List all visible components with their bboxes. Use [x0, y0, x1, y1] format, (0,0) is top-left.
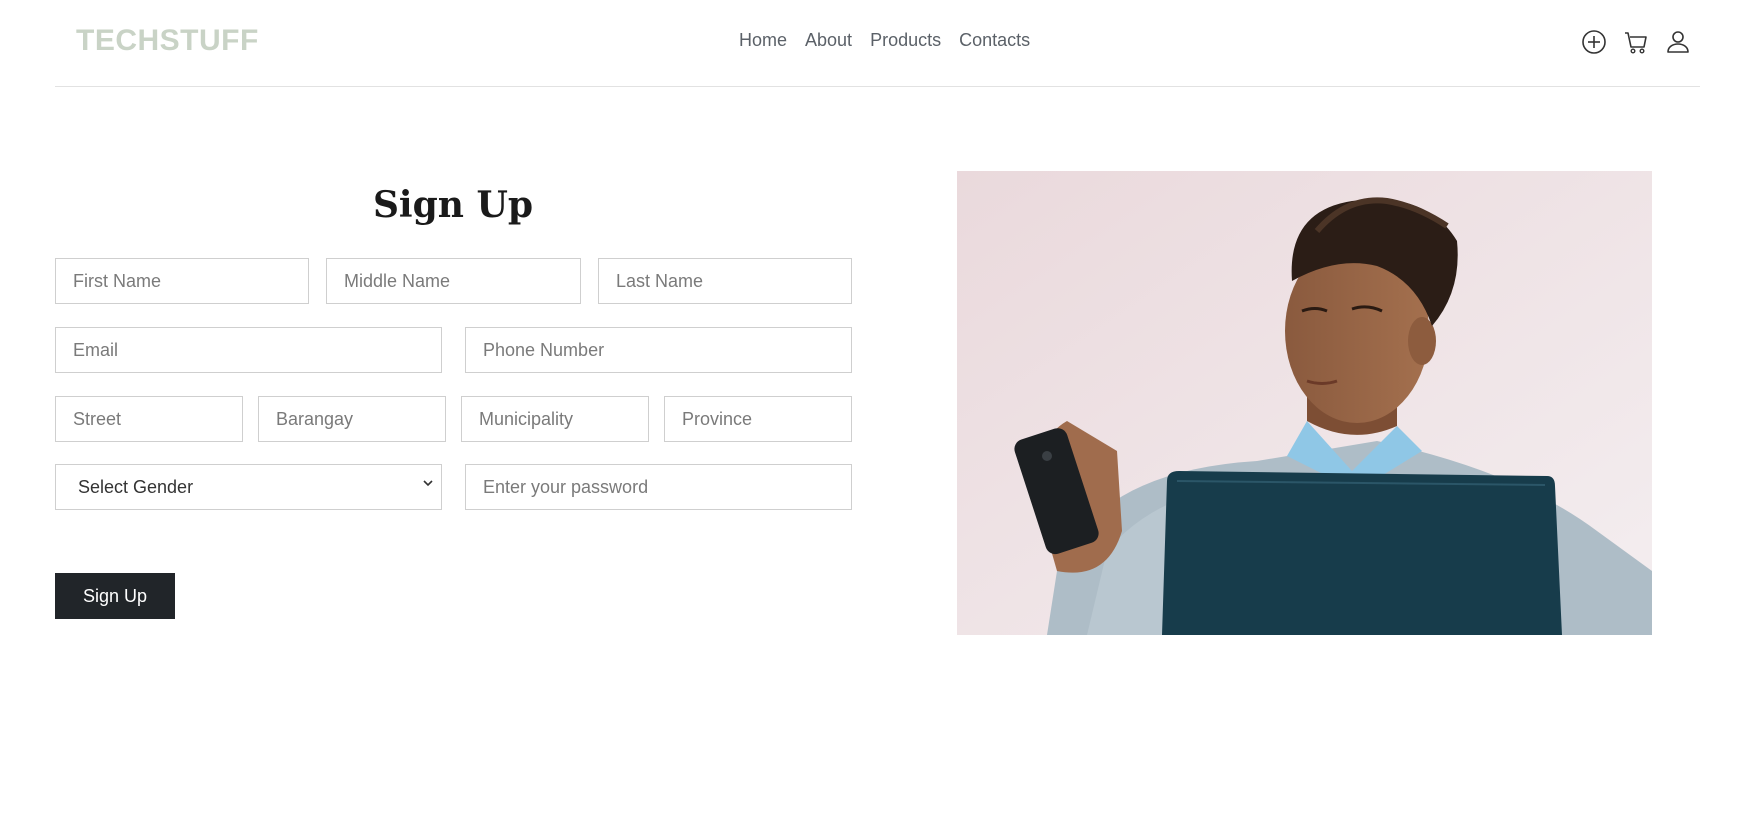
nav-about-link[interactable]: About	[805, 30, 852, 51]
first-name-input[interactable]	[55, 258, 309, 304]
email-input[interactable]	[55, 327, 442, 373]
nav-contacts-link[interactable]: Contacts	[959, 30, 1030, 51]
municipality-input[interactable]	[461, 396, 649, 442]
hero-image	[957, 171, 1652, 635]
sign-up-button[interactable]: Sign Up	[55, 573, 175, 619]
nav-home-link[interactable]: Home	[739, 30, 787, 51]
password-input[interactable]	[465, 464, 852, 510]
user-icon[interactable]	[1664, 28, 1692, 56]
plus-circle-icon[interactable]	[1580, 28, 1608, 56]
brand-logo[interactable]: TECHSTUFF	[76, 24, 259, 58]
page-title: Sign Up	[372, 184, 534, 226]
cart-icon[interactable]	[1622, 28, 1650, 56]
site-header: TECHSTUFF Home About Products Contacts	[55, 0, 1700, 87]
gender-select[interactable]: Select Gender	[55, 464, 442, 510]
middle-name-input[interactable]	[326, 258, 581, 304]
street-input[interactable]	[55, 396, 243, 442]
province-input[interactable]	[664, 396, 852, 442]
last-name-input[interactable]	[598, 258, 852, 304]
barangay-input[interactable]	[258, 396, 446, 442]
header-icons	[1580, 28, 1692, 56]
main-nav: Home About Products Contacts	[739, 30, 1030, 51]
nav-products-link[interactable]: Products	[870, 30, 941, 51]
phone-input[interactable]	[465, 327, 852, 373]
